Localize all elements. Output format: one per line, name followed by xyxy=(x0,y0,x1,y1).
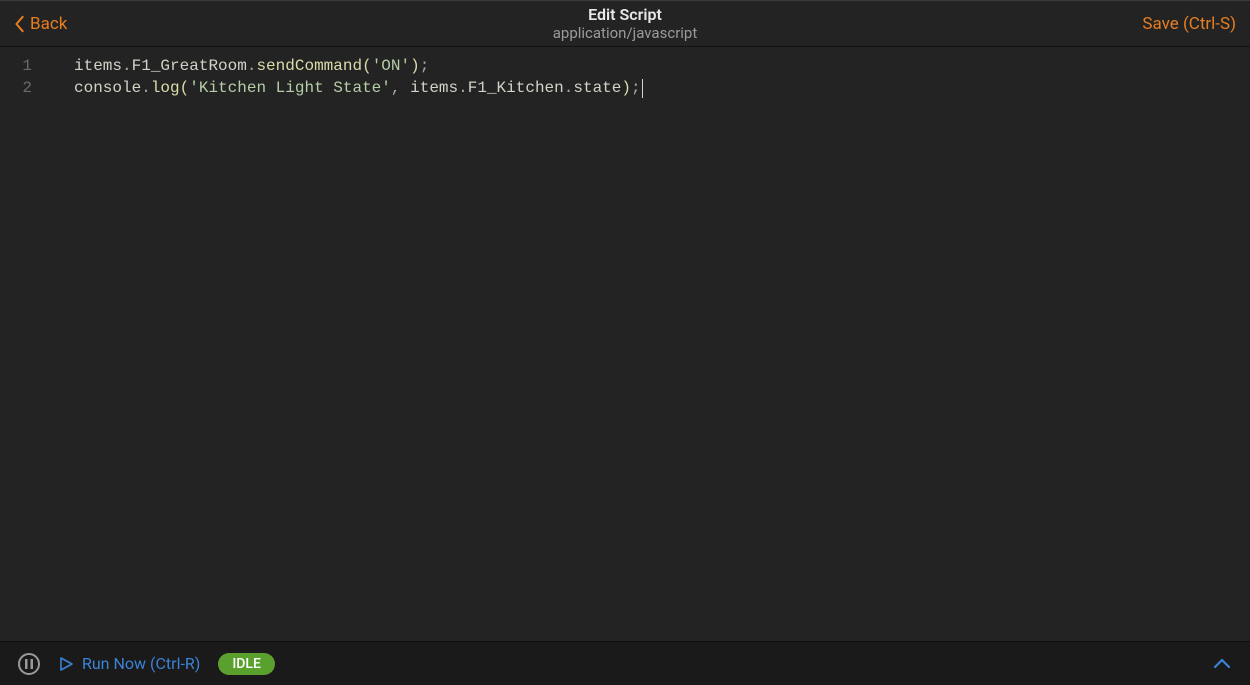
page-title: Edit Script xyxy=(553,5,698,24)
code-token: log xyxy=(151,79,180,97)
code-token: . xyxy=(122,57,132,75)
pause-button[interactable] xyxy=(18,653,40,675)
save-button[interactable]: Save (Ctrl-S) xyxy=(1142,14,1236,34)
code-token: sendCommand xyxy=(256,57,362,75)
code-token: . xyxy=(458,79,468,97)
code-token: ; xyxy=(631,79,641,97)
code-token: F1_GreatRoom xyxy=(132,57,247,75)
status-badge: IDLE xyxy=(218,653,275,675)
code-token: ; xyxy=(420,57,430,75)
back-button[interactable]: Back xyxy=(14,14,67,34)
code-token: . xyxy=(247,57,257,75)
code-token xyxy=(401,79,411,97)
pause-icon xyxy=(25,659,33,669)
code-token: ) xyxy=(621,79,631,97)
code-editor[interactable]: 12 items.F1_GreatRoom.sendCommand('ON');… xyxy=(0,47,1250,641)
run-now-button[interactable]: Run Now (Ctrl-R) xyxy=(58,654,200,673)
code-token: , xyxy=(391,79,401,97)
code-token: . xyxy=(564,79,574,97)
back-label: Back xyxy=(30,14,67,34)
code-token: ) xyxy=(410,57,420,75)
run-label: Run Now (Ctrl-R) xyxy=(82,654,200,673)
code-content[interactable]: items.F1_GreatRoom.sendCommand('ON');con… xyxy=(50,55,1250,641)
chevron-left-icon xyxy=(14,15,26,33)
code-token: ( xyxy=(180,79,190,97)
page-subtitle: application/javascript xyxy=(553,24,698,42)
code-token: items xyxy=(74,57,122,75)
code-token: 'ON' xyxy=(372,57,410,75)
code-token: state xyxy=(573,79,621,97)
code-token: items xyxy=(410,79,458,97)
play-icon xyxy=(58,656,74,672)
code-token: 'Kitchen Light State' xyxy=(189,79,391,97)
line-number: 2 xyxy=(0,77,32,99)
code-token: . xyxy=(141,79,151,97)
editor-footer: Run Now (Ctrl-R) IDLE xyxy=(0,641,1250,685)
code-token: console xyxy=(74,79,141,97)
code-token: F1_Kitchen xyxy=(468,79,564,97)
line-number-gutter: 12 xyxy=(0,55,50,641)
chevron-up-icon xyxy=(1212,657,1232,671)
code-token: ( xyxy=(362,57,372,75)
line-number: 1 xyxy=(0,55,32,77)
expand-panel-button[interactable] xyxy=(1212,657,1232,671)
code-line[interactable]: items.F1_GreatRoom.sendCommand('ON'); xyxy=(50,55,1250,77)
header-title-group: Edit Script application/javascript xyxy=(553,5,698,42)
code-line[interactable]: console.log('Kitchen Light State', items… xyxy=(50,77,1250,99)
text-cursor xyxy=(642,79,643,98)
editor-header: Back Edit Script application/javascript … xyxy=(0,0,1250,47)
